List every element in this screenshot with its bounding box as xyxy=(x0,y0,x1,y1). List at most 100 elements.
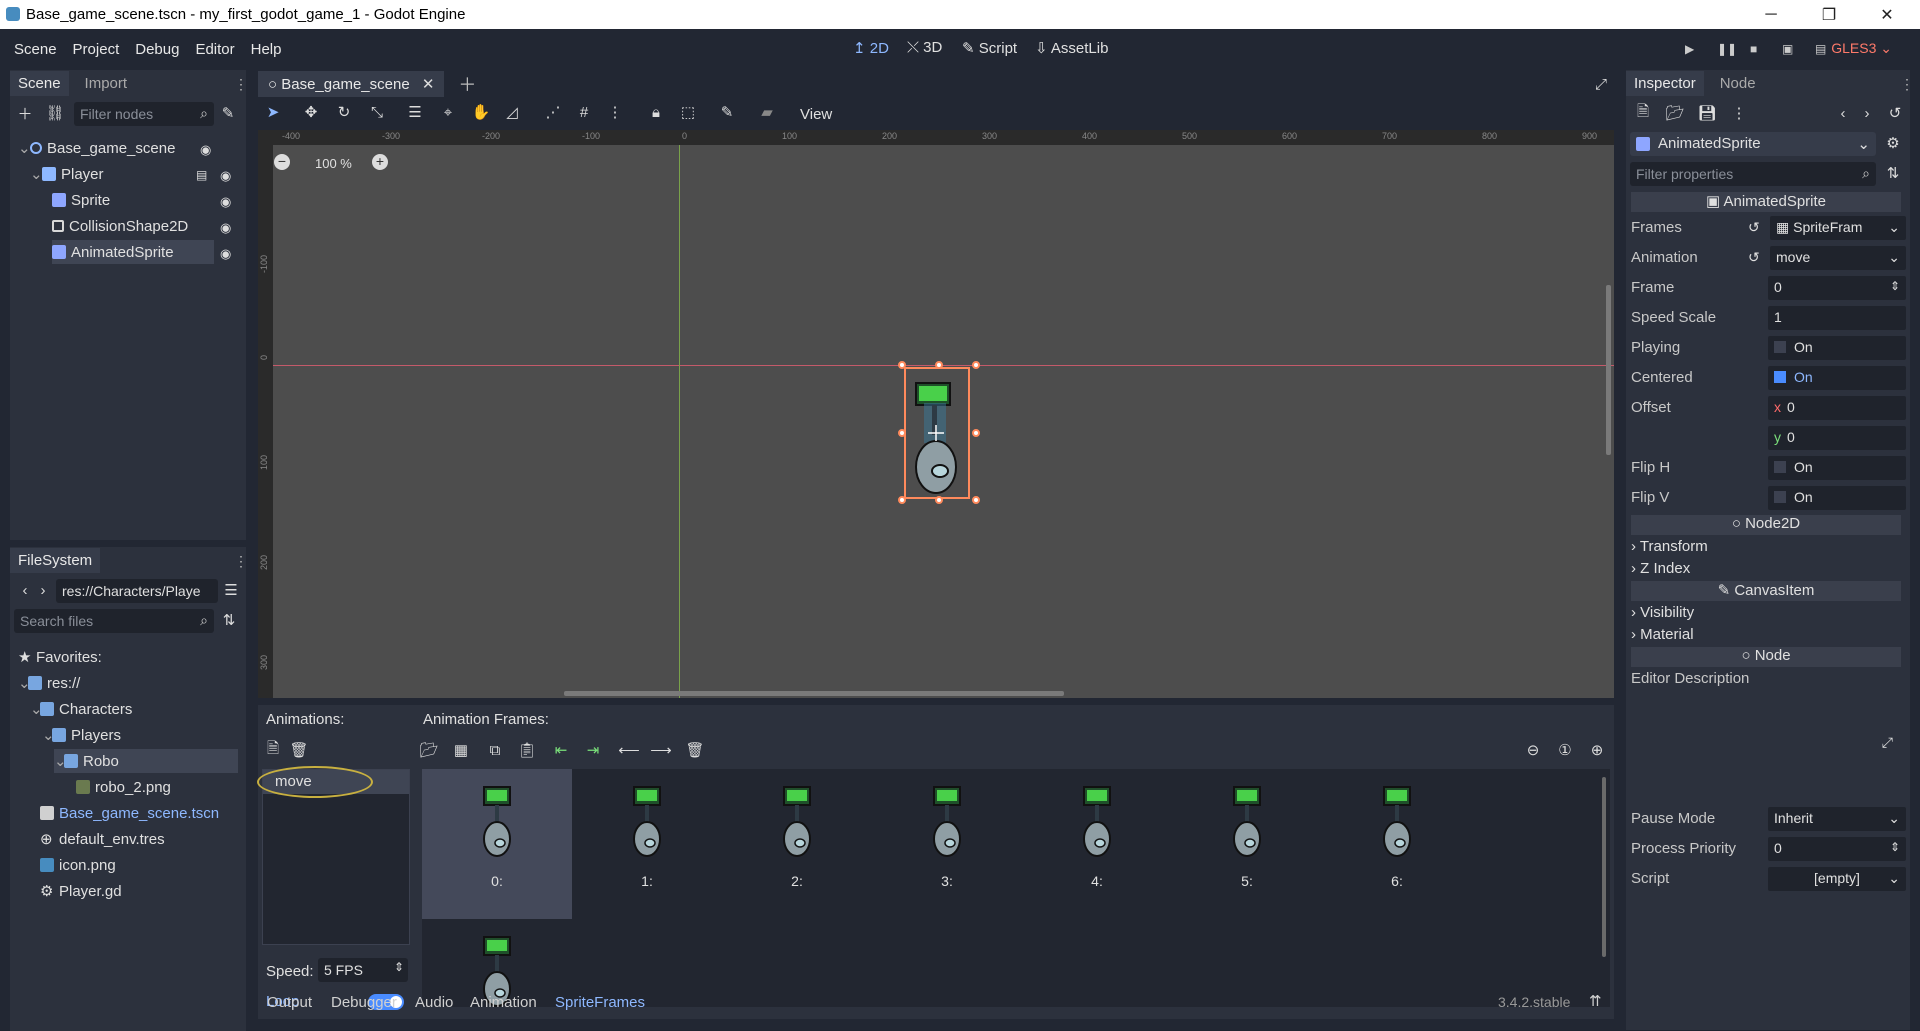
camera-override-icon[interactable]: ▰ xyxy=(756,101,778,123)
new-animation-icon[interactable]: 🗎︎ xyxy=(262,739,284,761)
play-custom-scene-icon[interactable]: ▤ xyxy=(1815,42,1829,56)
workspace-2d-button[interactable]: ↥ 2D xyxy=(853,39,889,57)
expand-panel-icon[interactable]: ⇈ xyxy=(1589,992,1602,1010)
property-options-icon[interactable]: ⇅ xyxy=(1882,162,1904,184)
renderer-select[interactable]: GLES3 ⌄ xyxy=(1831,40,1892,57)
animation-select[interactable]: move ⌄ xyxy=(1770,246,1906,270)
sort-icon[interactable]: ⇅ xyxy=(218,609,240,631)
centered-checkbox[interactable]: On xyxy=(1768,366,1906,390)
rotate-tool-icon[interactable]: ↻ xyxy=(333,101,355,123)
tab-scene[interactable]: Scene xyxy=(10,71,69,96)
close-button[interactable]: ✕ xyxy=(1858,0,1916,29)
tab-filesystem[interactable]: FileSystem xyxy=(10,548,101,573)
workspace-3d-button[interactable]: ⤬ 3D xyxy=(907,39,942,56)
frames-resource-field[interactable]: ▦ SpriteFram ⌄ xyxy=(1770,216,1906,240)
scene-script-icon[interactable]: ✎ xyxy=(217,102,239,124)
frame-0[interactable]: 0: xyxy=(422,769,572,919)
search-files-input[interactable]: Search files ⌕ xyxy=(14,609,214,633)
zoom-out-icon[interactable]: − xyxy=(274,154,290,170)
file-icon-png[interactable]: icon.png xyxy=(40,853,116,877)
lock-icon[interactable]: 🔒︎ xyxy=(645,101,667,123)
expand-icon[interactable]: ⤢ xyxy=(1882,734,1893,751)
zoom-level[interactable]: 100 % xyxy=(315,156,352,171)
canvas-viewport[interactable]: -400 -300 -200 -100 0 100 200 300 400 50… xyxy=(258,130,1614,698)
flip-h-checkbox[interactable]: On xyxy=(1768,456,1906,480)
tab-debugger[interactable]: Debugger xyxy=(331,994,397,1011)
resize-handle[interactable] xyxy=(972,429,980,437)
script-attached-icon[interactable]: ▤ xyxy=(196,168,207,182)
stop-icon[interactable]: ■ xyxy=(1750,42,1764,56)
menu-debug[interactable]: Debug xyxy=(127,41,187,58)
play-scene-icon[interactable]: ▣ xyxy=(1782,42,1796,56)
history-icon[interactable]: ↺ xyxy=(1884,102,1906,124)
frame-spinbox[interactable]: 0 ⇕ xyxy=(1768,276,1906,300)
revert-icon[interactable]: ↺ xyxy=(1748,219,1760,236)
maximize-button[interactable]: ❐ xyxy=(1800,0,1858,29)
scene-tab-base-game-scene[interactable]: ○ Base_game_scene ✕ xyxy=(258,71,445,97)
visibility-eye-icon[interactable]: ◉ xyxy=(220,194,231,210)
group-transform[interactable]: › Transform xyxy=(1631,538,1708,555)
dock-menu-icon[interactable]: ⋮ xyxy=(1900,76,1914,93)
workspace-assetlib-button[interactable]: ⇩ AssetLib xyxy=(1035,39,1108,57)
file-robo-2-png[interactable]: robo_2.png xyxy=(76,775,171,799)
menu-help[interactable]: Help xyxy=(243,41,290,58)
menu-scene[interactable]: Scene xyxy=(6,41,65,58)
sprite-sheet-icon[interactable]: ▦ xyxy=(450,739,472,761)
bone-icon[interactable]: ✎ xyxy=(716,101,738,123)
folder-res[interactable]: ⌄ res:// xyxy=(18,671,80,695)
frame-5[interactable]: 5: xyxy=(1172,769,1322,919)
flip-v-checkbox[interactable]: On xyxy=(1768,486,1906,510)
ruler-tool-icon[interactable]: ◿ xyxy=(501,101,523,123)
menu-project[interactable]: Project xyxy=(65,41,128,58)
offset-y-field[interactable]: y0 xyxy=(1768,426,1906,450)
save-resource-icon[interactable]: 💾︎ xyxy=(1696,102,1718,124)
add-node-icon[interactable]: ＋ xyxy=(14,102,36,124)
history-forward-icon[interactable]: › xyxy=(1856,102,1878,124)
filter-nodes-input[interactable]: Filter nodes ⌕ xyxy=(74,102,214,126)
load-resource-icon[interactable]: 📂︎ xyxy=(1664,102,1686,124)
tree-node-collisionshape2d[interactable]: CollisionShape2D xyxy=(52,214,232,238)
insert-after-icon[interactable]: ⇥ xyxy=(582,739,604,761)
visibility-eye-icon[interactable]: ◉ xyxy=(220,168,231,184)
tab-animation[interactable]: Animation xyxy=(470,994,537,1011)
visibility-eye-icon[interactable]: ◉ xyxy=(220,246,231,262)
forward-arrow-icon[interactable]: › xyxy=(32,579,54,601)
script-resource-field[interactable]: [empty] ⌄ xyxy=(1768,867,1906,891)
workspace-script-button[interactable]: ✎ Script xyxy=(962,39,1017,57)
resize-handle[interactable] xyxy=(898,361,906,369)
pivot-tool-icon[interactable]: ⌖ xyxy=(437,101,459,123)
distraction-free-icon[interactable]: ⤢ xyxy=(1590,73,1612,95)
new-resource-icon[interactable]: 🗎︎ xyxy=(1632,102,1654,124)
select-tool-icon[interactable]: ➤ xyxy=(262,101,284,123)
resize-handle[interactable] xyxy=(935,361,943,369)
dock-menu-icon[interactable]: ⋮ xyxy=(234,76,248,93)
speed-spinbox[interactable]: 5 FPS ⇕ xyxy=(318,958,408,982)
revert-icon[interactable]: ↺ xyxy=(1748,249,1760,266)
menu-editor[interactable]: Editor xyxy=(187,41,242,58)
delete-frame-icon[interactable]: 🗑︎ xyxy=(684,739,706,761)
tab-import[interactable]: Import xyxy=(77,71,136,96)
folder-players[interactable]: ⌄ Players xyxy=(42,723,121,747)
move-right-icon[interactable]: ⟶ xyxy=(650,739,672,761)
play-icon[interactable]: ▶ xyxy=(1685,42,1699,56)
file-default-env[interactable]: ⊕ default_env.tres xyxy=(40,827,165,851)
smart-snap-icon[interactable]: ⋰ xyxy=(542,101,564,123)
frame-2[interactable]: 2: xyxy=(722,769,872,919)
folder-characters[interactable]: ⌄ Characters xyxy=(30,697,132,721)
group-icon[interactable]: ⬚ xyxy=(677,101,699,123)
tab-spriteframes[interactable]: SpriteFrames xyxy=(555,994,645,1011)
object-properties-icon[interactable]: ⚙ xyxy=(1882,132,1904,154)
pause-mode-select[interactable]: Inherit ⌄ xyxy=(1768,807,1906,831)
paste-icon[interactable]: 📋︎ xyxy=(516,739,538,761)
filesystem-path-field[interactable]: res://Characters/Playe xyxy=(56,579,218,603)
zoom-in-icon[interactable]: + xyxy=(372,154,388,170)
visibility-eye-icon[interactable]: ◉ xyxy=(220,220,231,236)
list-select-icon[interactable]: ☰ xyxy=(404,101,426,123)
minimize-button[interactable]: ─ xyxy=(1742,0,1800,29)
resize-handle[interactable] xyxy=(935,496,943,504)
tab-audio[interactable]: Audio xyxy=(415,994,453,1011)
resize-handle[interactable] xyxy=(972,496,980,504)
filter-properties-input[interactable]: Filter properties ⌕ xyxy=(1630,162,1876,186)
load-frames-icon[interactable]: 📂︎ xyxy=(418,739,440,761)
close-tab-icon[interactable]: ✕ xyxy=(422,76,435,93)
